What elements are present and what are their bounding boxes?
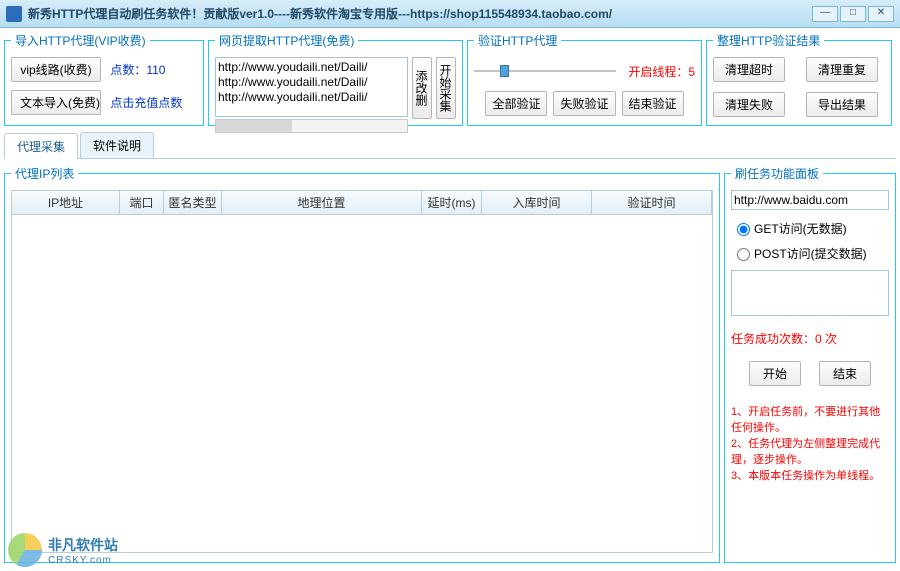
import-proxy-group: 导入HTTP代理(VIP收费) vip线路(收费) 点数：110 文本导入(免费… xyxy=(4,32,204,126)
task-legend: 刷任务功能面板 xyxy=(731,165,823,182)
tab-doc[interactable]: 软件说明 xyxy=(80,132,154,158)
clean-timeout-button[interactable]: 清理超时 xyxy=(713,57,785,82)
col-anon[interactable]: 匿名类型 xyxy=(164,191,222,214)
thread-slider[interactable] xyxy=(474,70,616,72)
task-success-count: 任务成功次数：0 次 xyxy=(731,330,889,347)
maximize-button[interactable]: □ xyxy=(840,6,866,22)
start-collect-button[interactable]: 开始采集 xyxy=(436,57,456,119)
col-intime[interactable]: 入库时间 xyxy=(482,191,592,214)
clean-duplicate-button[interactable]: 清理重复 xyxy=(806,57,878,82)
web-legend: 网页提取HTTP代理(免费) xyxy=(215,32,358,49)
col-ip[interactable]: IP地址 xyxy=(12,191,120,214)
col-vtime[interactable]: 验证时间 xyxy=(592,191,712,214)
url-item[interactable]: http://www.youdaili.net/Daili/ xyxy=(218,60,405,75)
clean-result-group: 整理HTTP验证结果 清理超时 清理重复 清理失败 导出结果 xyxy=(706,32,892,126)
post-data-box[interactable] xyxy=(731,270,889,316)
get-radio-text: GET访问(无数据) xyxy=(754,222,847,236)
horizontal-scrollbar[interactable] xyxy=(215,119,408,133)
verify-legend: 验证HTTP代理 xyxy=(474,32,561,49)
task-end-button[interactable]: 结束 xyxy=(819,361,871,386)
thread-slider-row: 开启线程：5 xyxy=(474,61,695,81)
post-radio-label[interactable]: POST访问(提交数据) xyxy=(737,245,889,262)
get-radio-label[interactable]: GET访问(无数据) xyxy=(737,220,889,237)
import-legend: 导入HTTP代理(VIP收费) xyxy=(11,32,150,49)
thread-count-label: 开启线程：5 xyxy=(628,63,695,80)
task-tips: 1、开启任务前，不要进行其他任何操作。2、任务代理为左侧整理完成代理，逐步操作。… xyxy=(731,404,889,484)
edit-urls-button[interactable]: 添改删 xyxy=(412,57,432,119)
iplist-header: IP地址 端口 匿名类型 地理位置 延时(ms) 入库时间 验证时间 xyxy=(11,190,713,215)
url-item[interactable]: http://www.youdaili.net/Daili/ xyxy=(218,75,405,90)
export-result-button[interactable]: 导出结果 xyxy=(806,92,878,117)
recharge-link[interactable]: 点击充值点数 xyxy=(110,94,182,111)
thread-slider-thumb[interactable] xyxy=(500,65,509,77)
points-label: 点数：110 xyxy=(110,61,165,78)
app-icon xyxy=(6,6,22,22)
clean-legend: 整理HTTP验证结果 xyxy=(713,32,824,49)
iplist-body[interactable] xyxy=(11,215,713,553)
web-extract-group: 网页提取HTTP代理(免费) http://www.youdaili.net/D… xyxy=(208,32,463,126)
verify-fail-button[interactable]: 失败验证 xyxy=(553,91,615,116)
get-radio[interactable] xyxy=(737,223,750,236)
verify-proxy-group: 验证HTTP代理 开启线程：5 全部验证 失败验证 结束验证 xyxy=(467,32,702,126)
clean-failed-button[interactable]: 清理失败 xyxy=(713,92,785,117)
verify-all-button[interactable]: 全部验证 xyxy=(485,91,547,116)
task-url-input[interactable] xyxy=(731,190,889,210)
minimize-button[interactable]: — xyxy=(812,6,838,22)
titlebar: 新秀HTTP代理自动刷任务软件！贡献版ver1.0----新秀软件淘宝专用版--… xyxy=(0,0,900,28)
close-button[interactable]: ✕ xyxy=(868,6,894,22)
tab-bar: 代理采集 软件说明 xyxy=(4,132,896,159)
verify-end-button[interactable]: 结束验证 xyxy=(622,91,684,116)
text-import-button[interactable]: 文本导入(免费) xyxy=(11,90,101,115)
post-radio[interactable] xyxy=(737,248,750,261)
tab-collect[interactable]: 代理采集 xyxy=(4,133,78,159)
proxy-ip-list-group: 代理IP列表 IP地址 端口 匿名类型 地理位置 延时(ms) 入库时间 验证时… xyxy=(4,165,720,563)
task-panel-group: 刷任务功能面板 GET访问(无数据) POST访问(提交数据) 任务成功次数：0… xyxy=(724,165,896,563)
iplist-legend: 代理IP列表 xyxy=(11,165,78,182)
vip-line-button[interactable]: vip线路(收费) xyxy=(11,57,101,82)
col-port[interactable]: 端口 xyxy=(120,191,164,214)
window-title: 新秀HTTP代理自动刷任务软件！贡献版ver1.0----新秀软件淘宝专用版--… xyxy=(28,5,812,22)
post-radio-text: POST访问(提交数据) xyxy=(754,247,867,261)
url-listbox[interactable]: http://www.youdaili.net/Daili/ http://ww… xyxy=(215,57,408,117)
col-delay[interactable]: 延时(ms) xyxy=(422,191,482,214)
task-start-button[interactable]: 开始 xyxy=(749,361,801,386)
window-controls: — □ ✕ xyxy=(812,6,894,22)
col-geo[interactable]: 地理位置 xyxy=(222,191,422,214)
url-item[interactable]: http://www.youdaili.net/Daili/ xyxy=(218,90,405,105)
